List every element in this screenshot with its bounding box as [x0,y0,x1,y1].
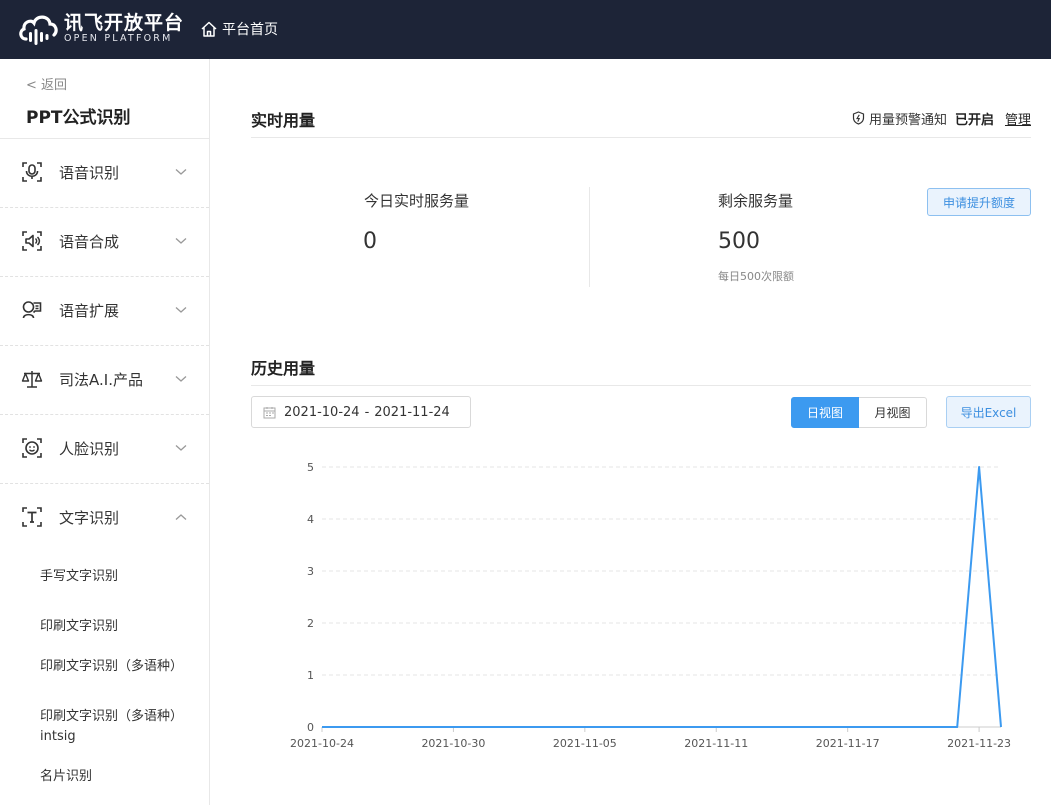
brand-subtitle: OPEN PLATFORM [64,33,173,44]
calendar-icon [263,406,276,418]
today-usage-value: 0 [363,229,377,254]
manage-alert-link[interactable]: 管理 [1005,109,1031,128]
realtime-usage-title: 实时用量 [251,111,316,130]
brand-name: 讯飞开放平台 [64,12,185,34]
date-range-picker[interactable]: 2021-10-24 - 2021-11-24 [251,396,471,428]
today-usage-label: 今日实时服务量 [364,192,470,210]
sidebar-item-label: 语音合成 [59,233,120,251]
date-start: 2021-10-24 [284,404,360,420]
cloud-logo-icon [19,15,58,45]
divider [251,385,1031,386]
sidebar-item-label: 语音识别 [59,164,120,182]
x-tick-label: 2021-11-17 [816,737,880,750]
speaker-icon [22,231,42,251]
x-tick-label: 2021-10-30 [421,737,485,750]
sub-item-printed-ocr-multilang[interactable]: 印刷文字识别（多语种） [40,657,190,677]
x-tick-label: 2021-11-05 [553,737,617,750]
usage-series-line [322,466,1002,728]
chevron-down-icon [175,238,187,244]
sidebar-item-label: 语音扩展 [59,302,120,320]
voice-person-icon [22,301,42,319]
stats-divider [589,187,590,287]
sidebar-item-face-recognition[interactable]: 人脸识别 [0,414,209,482]
chevron-down-icon [175,376,187,382]
mic-box-icon [22,162,42,182]
sidebar-item-label: 司法A.I.产品 [59,371,143,389]
sidebar-item-label: 文字识别 [59,509,120,527]
back-link[interactable]: < 返回 [26,74,67,93]
date-end: 2021-11-24 [374,404,450,420]
text-t-icon [22,507,42,527]
alert-label: 用量预警通知 [868,112,947,128]
history-usage-title: 历史用量 [251,359,316,378]
raise-quota-button[interactable]: 申请提升额度 [927,188,1031,216]
export-excel-button[interactable]: 导出Excel [946,396,1031,428]
alert-status: 已开启 [954,112,994,128]
sidebar-item-text-recognition[interactable]: 文字识别 [0,483,209,551]
x-tick-label: 2021-11-11 [684,737,748,750]
sub-item-printed-ocr-multilang-intsig[interactable]: 印刷文字识别（多语种） intsig [40,707,190,747]
x-tick-label: 2021-11-23 [947,737,1011,750]
y-tick-label: 4 [307,513,314,526]
chevron-up-icon [175,514,187,520]
chevron-down-icon [175,445,187,451]
sidebar-item-judicial-ai[interactable]: 司法A.I.产品 [0,345,209,413]
sidebar-item-speech-synthesis[interactable]: 语音合成 [0,207,209,275]
home-link[interactable]: 平台首页 [200,17,278,41]
chevron-down-icon [175,169,187,175]
sub-item-business-card-ocr[interactable]: 名片识别 [40,767,190,787]
y-tick-label: 3 [307,565,314,578]
home-icon [201,21,217,37]
scales-icon [21,371,43,388]
view-toggle: 日视图 月视图 [791,397,927,428]
usage-alert: 用量预警通知 已开启 管理 [852,109,1031,128]
brand-logo[interactable]: 讯飞开放平台 OPEN PLATFORM [18,11,184,47]
chevron-down-icon [175,307,187,313]
home-label: 平台首页 [222,22,278,38]
daily-limit-note: 每日500次限额 [718,270,794,283]
x-tick-label: 2021-10-24 [290,737,354,750]
date-separator: - [364,404,370,420]
y-tick-label: 2 [307,617,314,630]
divider [251,137,1031,138]
y-tick-label: 1 [307,669,314,682]
remaining-usage-value: 500 [718,229,760,254]
y-tick-label: 0 [307,721,314,734]
alert-shield-icon [852,111,865,125]
sidebar-item-label: 人脸识别 [59,440,120,458]
product-title: PPT公式识别 [26,108,131,128]
sidebar: < 返回 PPT公式识别 语音识别 语音合成 语音扩展 司法A.I.产品 人脸识… [0,59,210,805]
remaining-usage-label: 剩余服务量 [718,192,794,210]
sidebar-item-speech-extension[interactable]: 语音扩展 [0,276,209,344]
top-navigation-bar: 讯飞开放平台 OPEN PLATFORM 平台首页 [0,0,1051,59]
history-usage-chart: 0 1 2 3 4 5 2021-10-24 2021-10-30 2021-11-05 2021… [290,461,1011,750]
month-view-button[interactable]: 月视图 [859,397,927,428]
y-tick-label: 5 [307,461,314,474]
sub-item-handwriting-ocr[interactable]: 手写文字识别 [40,567,190,587]
face-icon [22,438,42,458]
sidebar-item-speech-recognition[interactable]: 语音识别 [0,138,209,206]
day-view-button[interactable]: 日视图 [791,397,859,428]
sub-item-printed-ocr[interactable]: 印刷文字识别 [40,617,190,637]
